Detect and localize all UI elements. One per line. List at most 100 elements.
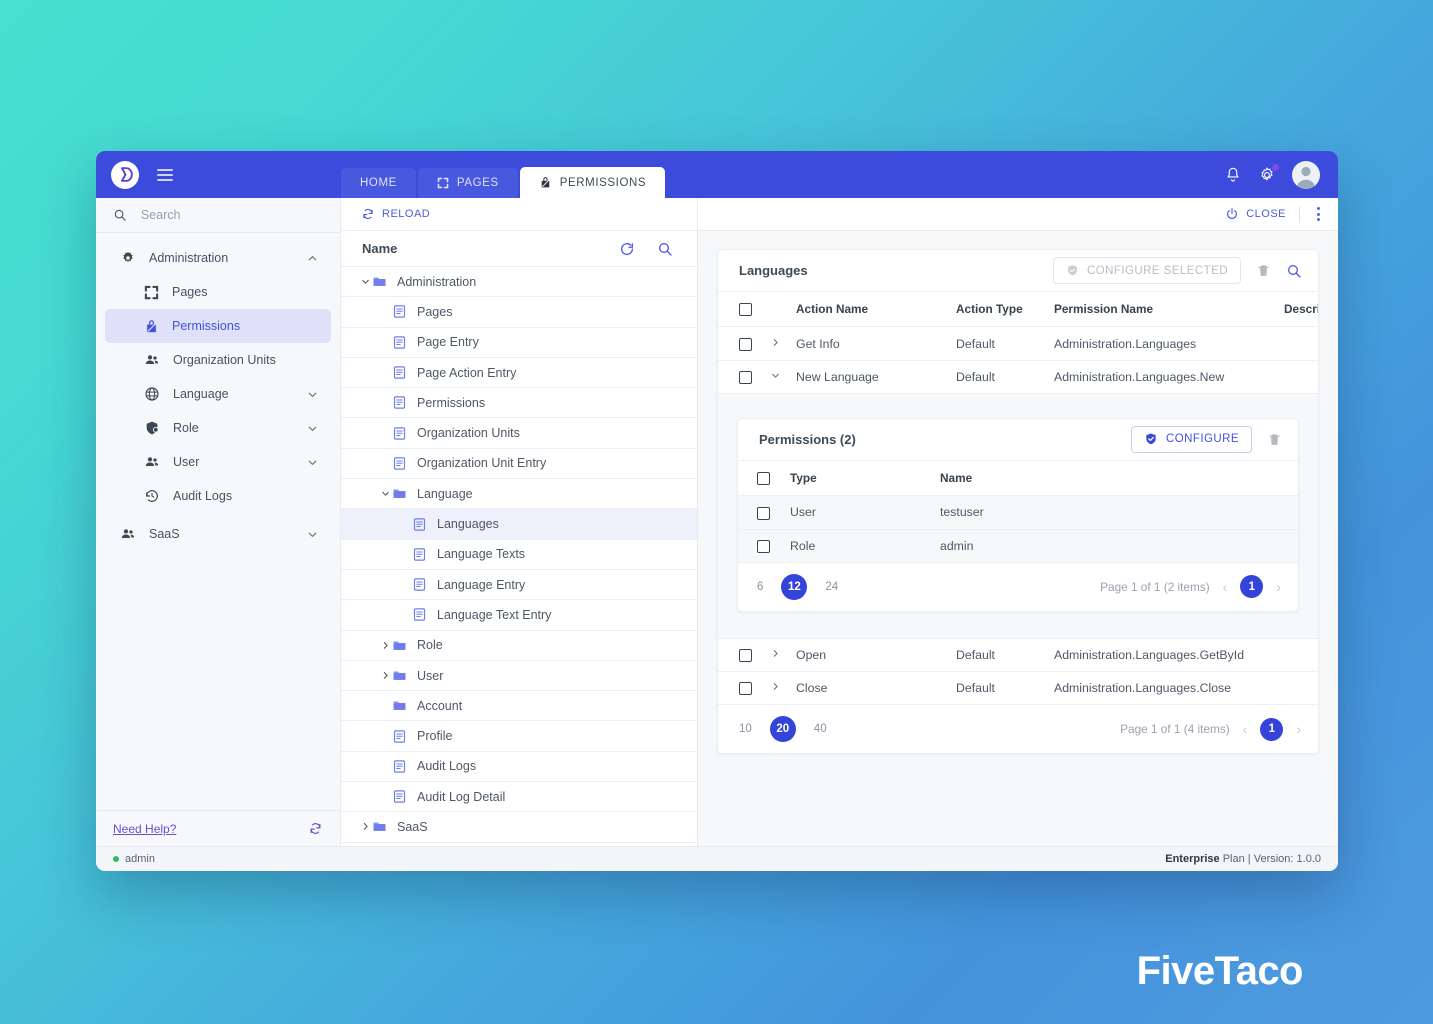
nested-page-size-6[interactable]: 6: [757, 581, 763, 593]
nested-table-row[interactable]: User testuser: [738, 495, 1298, 530]
folder-icon: [372, 819, 387, 834]
reload-button[interactable]: RELOAD: [361, 207, 430, 221]
avatar[interactable]: [1292, 160, 1320, 189]
chevron-right-icon[interactable]: [378, 670, 392, 681]
chevron-right-icon[interactable]: [770, 337, 781, 351]
tree-row[interactable]: Audit Logs: [341, 752, 697, 783]
sidebar-item-audit-logs[interactable]: Audit Logs: [105, 479, 331, 513]
chevron-right-icon[interactable]: [770, 648, 781, 662]
configure-button[interactable]: CONFIGURE: [1130, 425, 1252, 453]
chevron-right-icon[interactable]: [358, 821, 372, 832]
trash-icon[interactable]: [1256, 263, 1271, 278]
sidebar-item-organization-units[interactable]: Organization Units: [105, 343, 331, 377]
select-all-checkbox[interactable]: [739, 303, 752, 317]
pager-page-1[interactable]: 1: [1260, 717, 1284, 741]
sidebar-group-administration[interactable]: Administration: [105, 241, 331, 275]
nested-table-row[interactable]: Role admin: [738, 529, 1298, 563]
chevron-up-icon[interactable]: [306, 252, 319, 265]
chevron-left-icon[interactable]: ‹: [1223, 580, 1228, 594]
trash-icon[interactable]: [1267, 432, 1282, 447]
tree-row[interactable]: SaaS: [341, 812, 697, 843]
tree-row[interactable]: Page Action Entry: [341, 358, 697, 389]
search-input[interactable]: [140, 208, 323, 222]
tree-row[interactable]: Language Entry: [341, 570, 697, 601]
sidebar-item-permissions[interactable]: Permissions: [105, 309, 331, 343]
need-help-link[interactable]: Need Help?: [113, 822, 176, 836]
chevron-down-icon[interactable]: [358, 276, 372, 287]
tree-row[interactable]: Account: [341, 691, 697, 722]
tree-row[interactable]: Pages: [341, 297, 697, 328]
watermark: FiveTaco: [1136, 949, 1304, 993]
page-size-10[interactable]: 10: [739, 723, 752, 735]
tree-row[interactable]: User: [341, 661, 697, 692]
sidebar-item-user[interactable]: User: [105, 445, 331, 479]
row-checkbox[interactable]: [739, 649, 752, 663]
close-button[interactable]: CLOSE: [1225, 207, 1286, 221]
table-row[interactable]: Close Default Administration.Languages.Clo…: [718, 671, 1318, 706]
nested-card-header: Permissions (2) CONFIGURE: [738, 419, 1298, 461]
chevron-down-icon[interactable]: [306, 388, 319, 401]
tree-row[interactable]: Organization Unit Entry: [341, 449, 697, 480]
tree-row[interactable]: Administration: [341, 267, 697, 298]
configure-selected-button[interactable]: CONFIGURE SELECTED: [1052, 257, 1241, 284]
chevron-right-icon[interactable]: ›: [1276, 580, 1281, 594]
tree-row[interactable]: Language: [341, 479, 697, 510]
search-icon[interactable]: [657, 241, 673, 257]
chevron-down-icon[interactable]: [378, 488, 392, 499]
page-size-20[interactable]: 20: [769, 716, 796, 743]
tree-row[interactable]: Profile: [341, 721, 697, 752]
sidebar-group-saas[interactable]: SaaS: [105, 517, 331, 551]
bell-icon[interactable]: [1224, 166, 1242, 184]
row-checkbox[interactable]: [739, 337, 752, 351]
chevron-left-icon[interactable]: ‹: [1243, 722, 1248, 736]
nested-select-all-checkbox[interactable]: [757, 472, 770, 486]
nested-page-size-24[interactable]: 24: [825, 581, 838, 593]
tree-row[interactable]: Language Texts: [341, 540, 697, 570]
languages-card-title: Languages: [739, 263, 808, 278]
tree-row-label: Permissions: [417, 395, 486, 410]
sidebar-search-row[interactable]: [96, 198, 340, 233]
refresh-icon[interactable]: [619, 241, 635, 257]
sidebar-item-language[interactable]: Language: [105, 377, 331, 411]
search-icon[interactable]: [1286, 263, 1302, 279]
file-icon: [412, 517, 427, 532]
table-row[interactable]: New Language Default Administration.Langua…: [718, 360, 1318, 394]
tree-row[interactable]: Page Entry: [341, 328, 697, 358]
chevron-down-icon[interactable]: [306, 422, 319, 435]
chevron-down-icon[interactable]: [770, 370, 781, 384]
tree-row[interactable]: Organization Units: [341, 418, 697, 449]
nested-pager-page-1[interactable]: 1: [1240, 575, 1264, 599]
chevron-right-icon[interactable]: [770, 681, 781, 695]
logo-icon[interactable]: [111, 160, 139, 189]
table-row[interactable]: Open Default Administration.Languages.GetB…: [718, 638, 1318, 673]
chevron-right-icon[interactable]: ›: [1296, 722, 1301, 736]
tree-row[interactable]: Audit Log Detail: [341, 782, 697, 813]
tree-row[interactable]: Role: [341, 631, 697, 661]
tab-home[interactable]: HOME: [341, 168, 416, 198]
chevron-down-icon[interactable]: [306, 528, 319, 541]
sidebar-item-role[interactable]: Role: [105, 411, 331, 445]
hamburger-menu-icon[interactable]: [157, 168, 173, 181]
gear-icon-wrapper[interactable]: [1258, 163, 1279, 184]
chevron-down-icon[interactable]: [306, 456, 319, 469]
status-bar: admin Enterprise Plan | Version: 1.0.0: [96, 846, 1338, 871]
tab-permissions[interactable]: PERMISSIONS: [519, 167, 666, 198]
page-size-40[interactable]: 40: [814, 723, 827, 735]
row-checkbox[interactable]: [739, 682, 752, 696]
sidebar-item-pages[interactable]: Pages: [105, 275, 331, 309]
folder-icon: [392, 698, 407, 713]
refresh-icon[interactable]: [308, 821, 323, 836]
tree-row[interactable]: Language Text Entry: [341, 600, 697, 631]
sidebar-nav: Administration Pages Permissions Organiz…: [96, 233, 340, 810]
nested-page-size-12[interactable]: 12: [781, 573, 808, 600]
tab-pages[interactable]: PAGES: [417, 168, 518, 198]
sidebar-footer: Need Help?: [96, 810, 340, 846]
nested-row-checkbox[interactable]: [757, 506, 770, 520]
chevron-right-icon[interactable]: [378, 640, 392, 651]
table-row[interactable]: Get Info Default Administration.Languages: [718, 326, 1318, 361]
row-checkbox[interactable]: [739, 370, 752, 384]
tree-row[interactable]: Permissions: [341, 388, 697, 419]
tree-row[interactable]: Languages: [341, 509, 697, 540]
more-vertical-icon[interactable]: [1313, 203, 1324, 225]
nested-row-checkbox[interactable]: [757, 539, 770, 553]
